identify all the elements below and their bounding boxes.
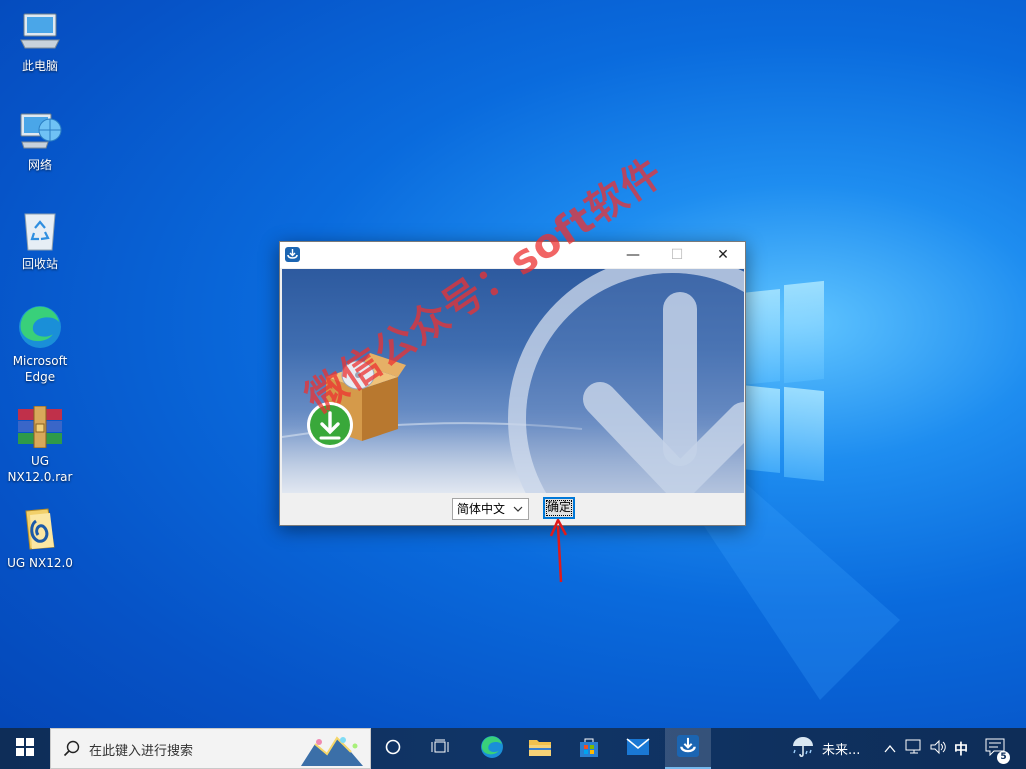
- annotation-arrow-icon: [549, 518, 568, 583]
- network-icon: [16, 107, 64, 155]
- cortana-button[interactable]: [372, 728, 414, 769]
- minimize-button[interactable]: —: [610, 242, 656, 268]
- mail-icon: [626, 737, 650, 760]
- windows-logo-wallpaper: [742, 280, 826, 483]
- desktop-icon-network[interactable]: 网络: [6, 107, 74, 173]
- installer-banner-image: [282, 269, 744, 493]
- weather-text: 未来...: [822, 743, 861, 758]
- desktop-icon-label: 回收站: [21, 257, 58, 271]
- desktop-icon-ug-nx-rar[interactable]: UG NX12.0.rar: [6, 403, 74, 485]
- dialog-titlebar[interactable]: — ☐ ✕: [280, 242, 745, 268]
- recycle-bin-icon: [16, 206, 64, 254]
- winrar-archive-icon: [16, 403, 64, 451]
- cortana-circle-icon: [385, 739, 401, 759]
- taskbar-mail-button[interactable]: [616, 728, 660, 769]
- volume-tray-button[interactable]: [927, 728, 949, 769]
- desktop-icon-microsoft-edge[interactable]: Microsoft Edge: [6, 303, 74, 385]
- search-icon: [63, 740, 81, 762]
- chevron-up-icon: [884, 739, 896, 758]
- desktop-icon-label: UG NX12.0.rar: [7, 454, 73, 484]
- rain-umbrella-icon: [790, 735, 816, 763]
- show-hidden-icons-button[interactable]: [880, 728, 900, 769]
- folder-icon: [16, 505, 64, 553]
- installer-language-dialog: — ☐ ✕ 简体中文 确定: [279, 241, 746, 526]
- notification-count-badge: 5: [997, 750, 1010, 764]
- taskbar-installer-button[interactable]: [665, 728, 711, 769]
- app-icon: [285, 247, 300, 262]
- language-select[interactable]: 简体中文: [452, 498, 529, 520]
- folder-icon: [528, 737, 552, 761]
- dialog-footer: 简体中文 确定: [280, 493, 745, 525]
- search-placeholder: 在此键入进行搜索: [89, 744, 194, 759]
- desktop-icon-label: 网络: [27, 158, 52, 172]
- desktop-icon-label: 此电脑: [21, 59, 58, 73]
- ime-text: 中: [954, 741, 968, 758]
- network-status-icon: [905, 739, 923, 759]
- taskbar-edge-button[interactable]: [470, 728, 514, 769]
- desktop-icon-label: Microsoft Edge: [12, 354, 68, 384]
- computer-icon: [16, 8, 64, 56]
- taskbar-file-explorer-button[interactable]: [518, 728, 562, 769]
- windows-start-icon: [16, 737, 34, 760]
- chevron-down-icon: [511, 502, 525, 516]
- close-button[interactable]: ✕: [700, 242, 746, 268]
- ime-indicator[interactable]: 中: [950, 728, 972, 769]
- taskbar: 在此键入进行搜索 未来... 中 5: [0, 728, 1026, 769]
- maximize-button: ☐: [670, 247, 684, 263]
- notification-center-button[interactable]: 5: [980, 728, 1010, 769]
- taskbar-store-button[interactable]: [567, 728, 611, 769]
- edge-icon: [16, 303, 64, 351]
- search-highlight-icon[interactable]: [297, 732, 367, 769]
- language-select-value: 简体中文: [457, 502, 506, 516]
- desktop-icon-ug-nx-folder[interactable]: UG NX12.0: [6, 505, 74, 571]
- notification-icon: 5: [985, 738, 1010, 764]
- desktop-icon-this-pc[interactable]: 此电脑: [6, 8, 74, 74]
- speaker-icon: [929, 739, 947, 759]
- store-bag-icon: [578, 736, 600, 762]
- desktop-icon-label: UG NX12.0: [7, 556, 73, 570]
- network-tray-button[interactable]: [903, 728, 925, 769]
- installer-app-icon: [677, 734, 699, 761]
- task-view-icon: [431, 739, 449, 759]
- taskbar-search-box[interactable]: 在此键入进行搜索: [50, 728, 371, 769]
- task-view-button[interactable]: [419, 728, 461, 769]
- weather-widget[interactable]: 未来...: [790, 728, 870, 769]
- desktop-icon-recycle-bin[interactable]: 回收站: [6, 206, 74, 272]
- edge-icon: [480, 735, 504, 763]
- start-button[interactable]: [0, 728, 50, 769]
